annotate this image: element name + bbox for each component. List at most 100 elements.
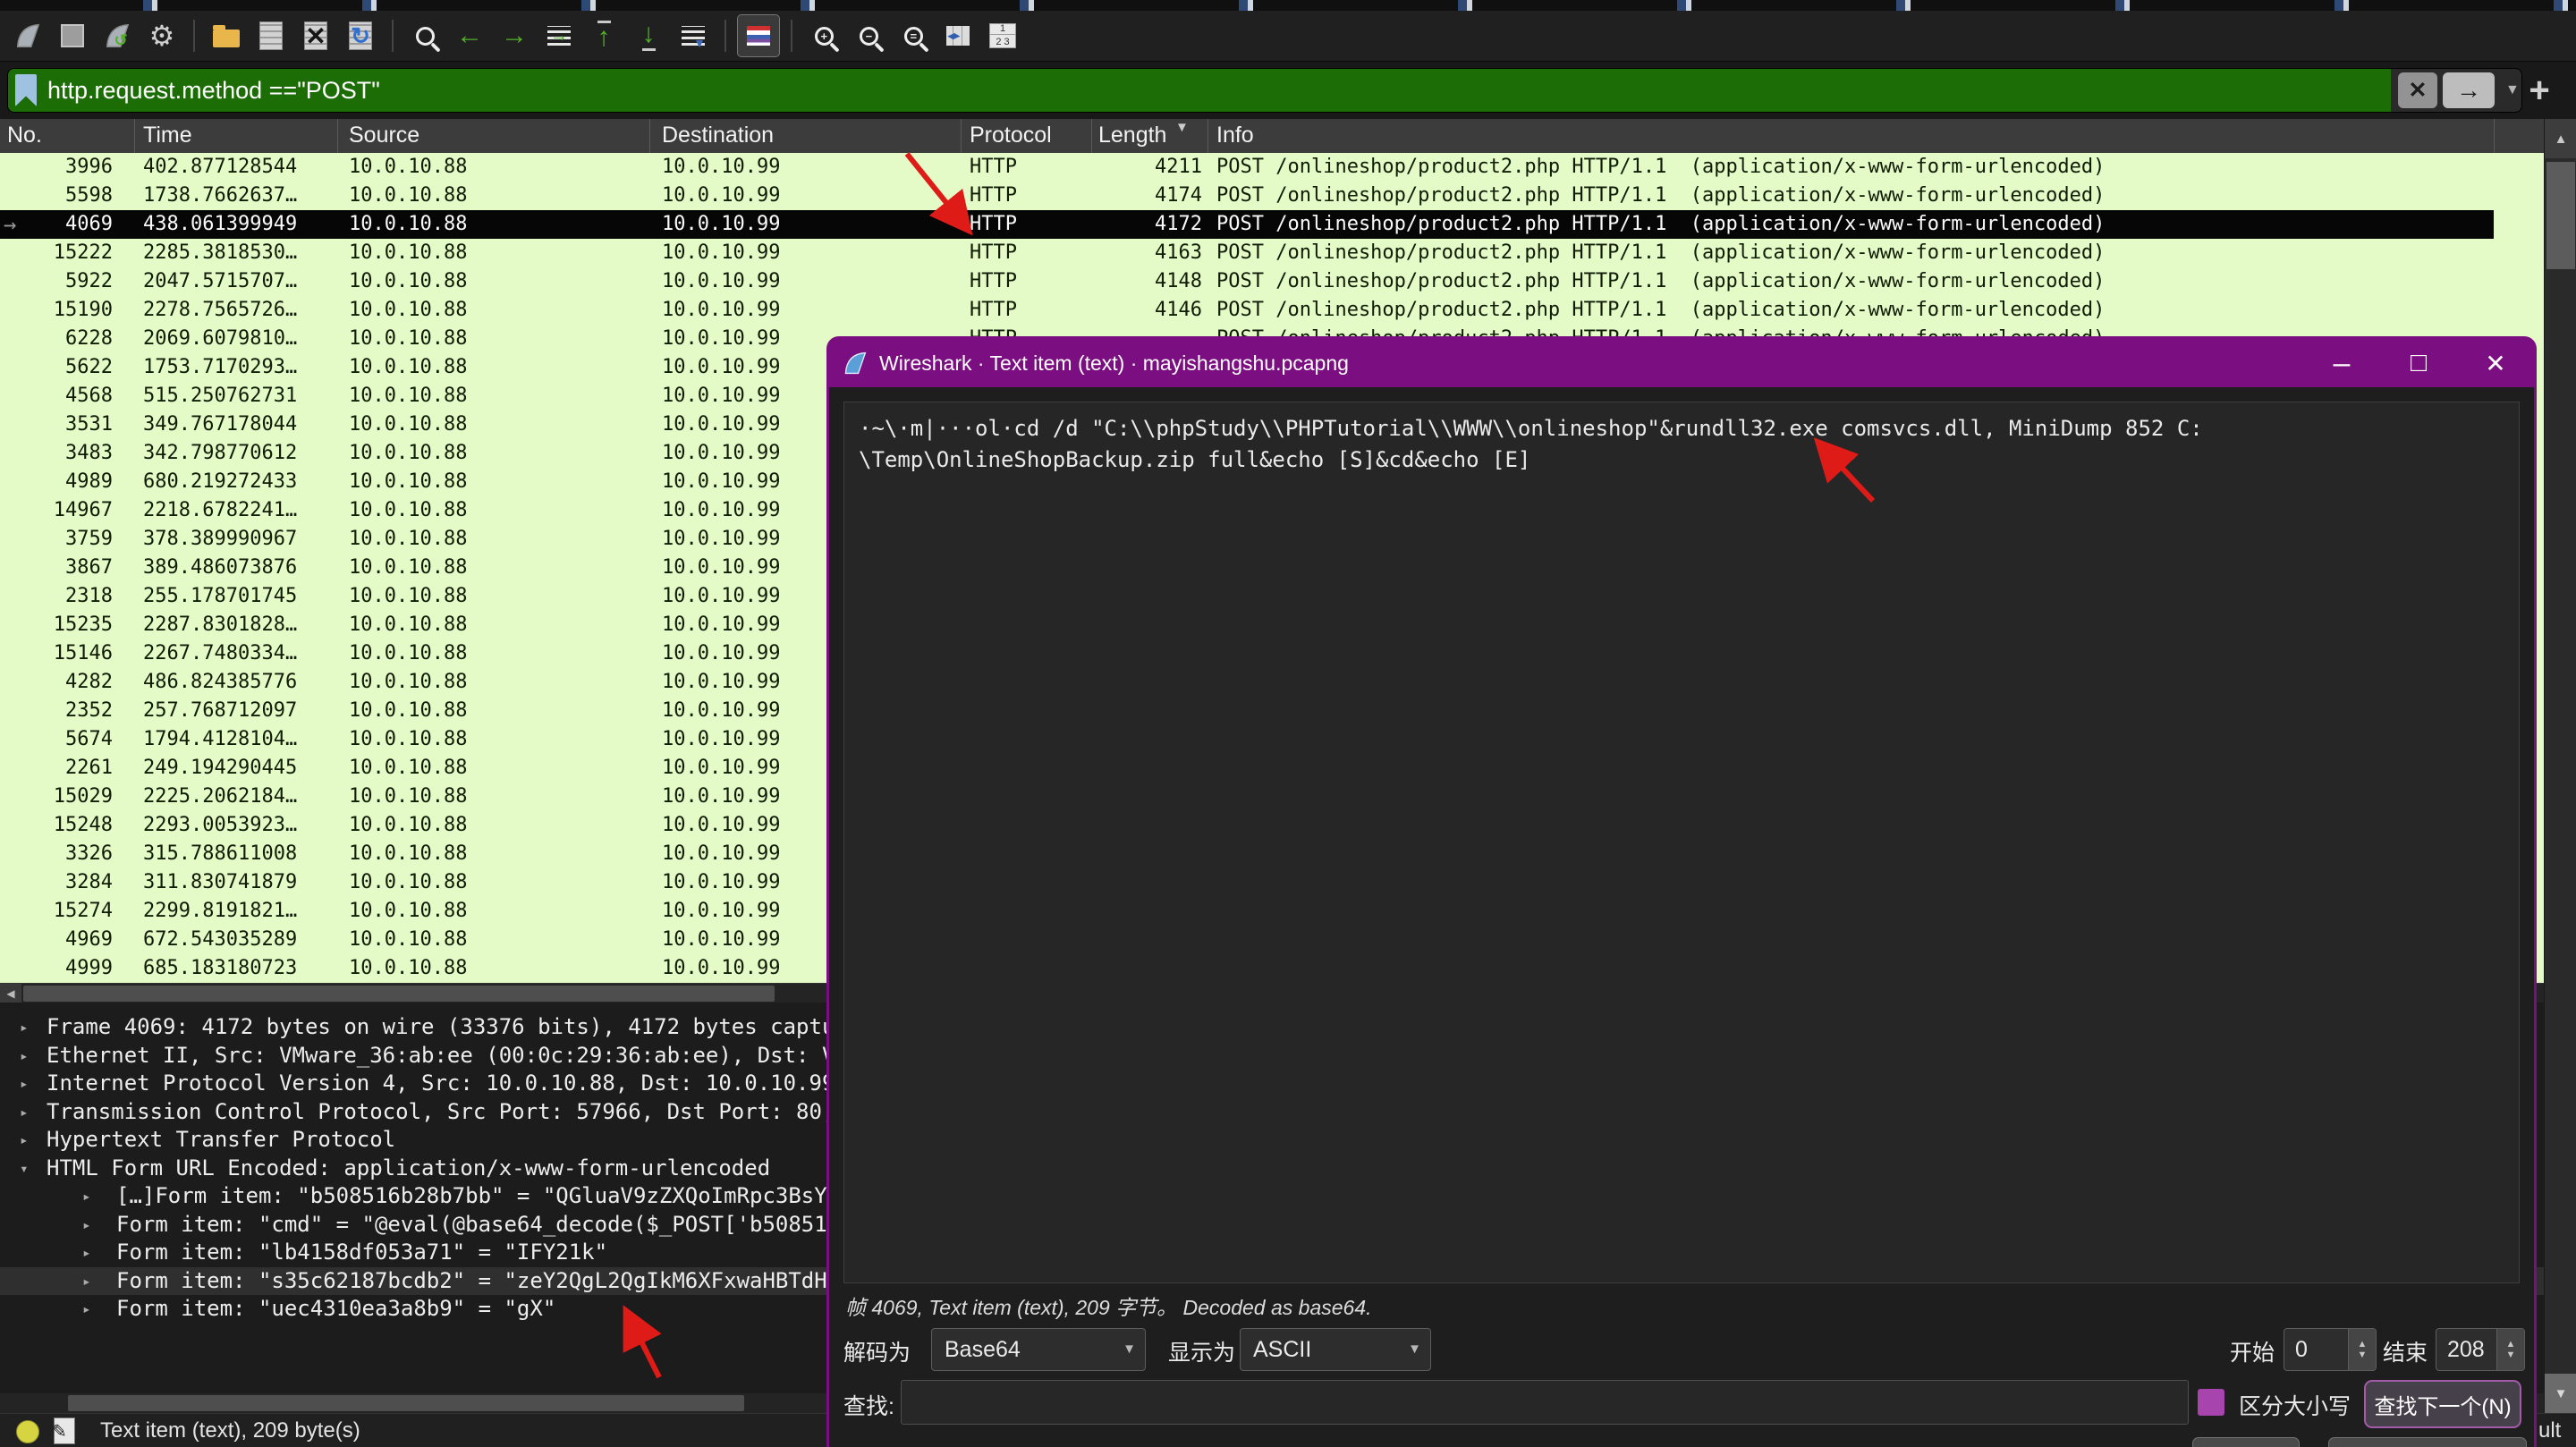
minimize-button[interactable]: – xyxy=(2303,339,2380,387)
expander-closed-icon[interactable]: ▸ xyxy=(82,1295,91,1323)
column-header-info[interactable]: Info xyxy=(1216,123,1254,148)
decoded-bytes-textarea[interactable]: ·~\·m|···ol·cd /d "C:\\phpStudy\\PHPTuto… xyxy=(843,402,2520,1283)
expert-info-icon[interactable] xyxy=(16,1420,39,1443)
scrollbar-thumb[interactable] xyxy=(2546,162,2575,269)
start-label: 开始 xyxy=(2230,1335,2275,1367)
cell-time: 2293.0053923… xyxy=(143,811,297,840)
zoom-reset-icon[interactable]: = xyxy=(893,15,934,56)
scroll-down-arrow-icon[interactable]: ▼ xyxy=(2545,1374,2576,1413)
filter-bookmark-icon[interactable] xyxy=(15,74,37,106)
zoom-out-icon[interactable]: − xyxy=(848,15,889,56)
autoscroll-icon[interactable]: ▼ xyxy=(673,15,714,56)
capture-options-icon[interactable]: ⚙ xyxy=(141,15,182,56)
filter-apply-button[interactable]: → xyxy=(2443,72,2495,108)
packet-list-vscrollbar[interactable]: ▲ ▼ xyxy=(2544,119,2576,1413)
column-header-source[interactable]: Source xyxy=(349,123,419,148)
expander-closed-icon[interactable]: ▸ xyxy=(82,1267,91,1295)
cell-source: 10.0.10.88 xyxy=(349,496,467,525)
column-resize-handle[interactable] xyxy=(2494,119,2495,153)
packet-row[interactable]: 151902278.7565726…10.0.10.8810.0.10.99HT… xyxy=(0,296,2544,325)
scrollbar-thumb[interactable] xyxy=(23,986,775,1002)
go-top-icon[interactable]: ↑ xyxy=(583,15,624,56)
close-button[interactable]: ✕ xyxy=(2457,339,2534,387)
column-header-no[interactable]: No. xyxy=(7,123,42,148)
end-spinbox[interactable]: 208 ▲▼ xyxy=(2436,1328,2525,1371)
column-resize-handle[interactable] xyxy=(1091,119,1092,153)
find-packet-icon[interactable] xyxy=(404,15,445,56)
packet-row[interactable]: 152222285.3818530…10.0.10.8810.0.10.99HT… xyxy=(0,239,2544,267)
spinner-arrows-icon[interactable]: ▲▼ xyxy=(2496,1329,2524,1370)
open-file-icon[interactable] xyxy=(206,15,247,56)
packet-row[interactable]: 55981738.7662637…10.0.10.8810.0.10.99HTT… xyxy=(0,182,2544,210)
clipped-dialog-button[interactable] xyxy=(2192,1437,2300,1447)
expander-closed-icon[interactable]: ▸ xyxy=(20,1126,29,1154)
scroll-left-arrow-icon[interactable]: ◀ xyxy=(0,984,21,1003)
colorize-icon[interactable] xyxy=(737,14,780,57)
close-file-icon[interactable]: ✕ xyxy=(295,15,336,56)
reload-file-icon[interactable]: ↻ xyxy=(340,15,381,56)
layout-chooser-icon[interactable] xyxy=(982,15,1023,56)
cell-destination: 10.0.10.99 xyxy=(662,954,780,983)
column-header-protocol[interactable]: Protocol xyxy=(970,123,1052,148)
column-resize-handle[interactable] xyxy=(134,119,135,153)
packet-row[interactable]: →4069438.06139994910.0.10.8810.0.10.99HT… xyxy=(0,210,2494,239)
filter-add-button[interactable]: + xyxy=(2517,71,2562,110)
decode-as-select[interactable]: Base64 ▼ xyxy=(931,1328,1146,1371)
expander-closed-icon[interactable]: ▸ xyxy=(82,1211,91,1239)
expander-closed-icon[interactable]: ▸ xyxy=(82,1239,91,1266)
spinner-arrows-icon[interactable]: ▲▼ xyxy=(2348,1329,2376,1370)
filter-clear-button[interactable]: ✕ xyxy=(2398,72,2437,108)
decode-as-label: 解码为 xyxy=(843,1335,911,1367)
cell-time: 315.788611008 xyxy=(143,840,297,868)
resize-columns-icon[interactable] xyxy=(937,15,979,56)
maximize-button[interactable]: □ xyxy=(2380,339,2457,387)
expander-closed-icon[interactable]: ▸ xyxy=(20,1013,29,1041)
go-bottom-icon[interactable]: ↓ xyxy=(628,15,669,56)
save-file-icon[interactable] xyxy=(250,15,292,56)
expander-closed-icon[interactable]: ▸ xyxy=(20,1042,29,1070)
cell-time: 685.183180723 xyxy=(143,954,297,983)
start-capture-icon[interactable] xyxy=(7,15,48,56)
capture-comment-icon[interactable] xyxy=(54,1417,75,1444)
expander-open-icon[interactable]: ▾ xyxy=(20,1155,29,1182)
dialog-meta-text: 帧 4069, Text item (text), 209 字节。 Decode… xyxy=(845,1290,1372,1321)
start-spinbox[interactable]: 0 ▲▼ xyxy=(2284,1328,2377,1371)
cell-no: 5922 xyxy=(25,267,113,296)
cell-destination: 10.0.10.99 xyxy=(662,468,780,496)
cell-no: 5598 xyxy=(25,182,113,210)
packet-row[interactable]: 59222047.5715707…10.0.10.8810.0.10.99HTT… xyxy=(0,267,2544,296)
cell-destination: 10.0.10.99 xyxy=(662,239,780,267)
expander-closed-icon[interactable]: ▸ xyxy=(82,1182,91,1210)
column-resize-handle[interactable] xyxy=(337,119,338,153)
column-header-destination[interactable]: Destination xyxy=(662,123,774,148)
find-next-button[interactable]: 查找下一个(N) xyxy=(2364,1380,2521,1428)
column-resize-handle[interactable] xyxy=(961,119,962,153)
stop-capture-icon[interactable] xyxy=(52,15,93,56)
scroll-up-arrow-icon[interactable]: ▲ xyxy=(2545,119,2576,158)
column-header-length[interactable]: Length xyxy=(1098,123,1174,148)
column-resize-handle[interactable] xyxy=(649,119,650,153)
case-sensitive-checkbox[interactable] xyxy=(2198,1389,2224,1416)
cell-no: 15235 xyxy=(25,611,113,639)
decoded-line: \Temp\OnlineShopBackup.zip full&echo [S]… xyxy=(859,444,2504,476)
go-forward-icon[interactable]: → xyxy=(494,15,535,56)
column-header-time[interactable]: Time xyxy=(143,123,192,148)
restart-capture-icon[interactable]: ↺ xyxy=(97,15,138,56)
packet-row[interactable]: 3996402.87712854410.0.10.8810.0.10.99HTT… xyxy=(0,153,2544,182)
cell-info: POST /onlineshop/product2.php HTTP/1.1 (… xyxy=(1216,296,2105,325)
go-back-icon[interactable]: ← xyxy=(449,15,490,56)
cell-destination: 10.0.10.99 xyxy=(662,725,780,754)
filter-input[interactable]: http.request.method =="POST" xyxy=(8,69,2391,112)
show-as-select[interactable]: ASCII ▼ xyxy=(1240,1328,1431,1371)
find-input[interactable] xyxy=(901,1380,2189,1425)
clipped-dialog-button[interactable] xyxy=(2328,1437,2527,1447)
cell-no: 15248 xyxy=(25,811,113,840)
expander-closed-icon[interactable]: ▸ xyxy=(20,1098,29,1126)
zoom-in-icon[interactable]: + xyxy=(803,15,844,56)
scrollbar-thumb[interactable] xyxy=(68,1395,744,1411)
cell-source: 10.0.10.88 xyxy=(349,267,467,296)
expander-closed-icon[interactable]: ▸ xyxy=(20,1070,29,1097)
go-to-packet-icon[interactable]: → xyxy=(538,15,580,56)
dialog-title: Wireshark · Text item (text) · mayishang… xyxy=(879,351,2303,376)
dialog-titlebar[interactable]: Wireshark · Text item (text) · mayishang… xyxy=(829,339,2534,387)
